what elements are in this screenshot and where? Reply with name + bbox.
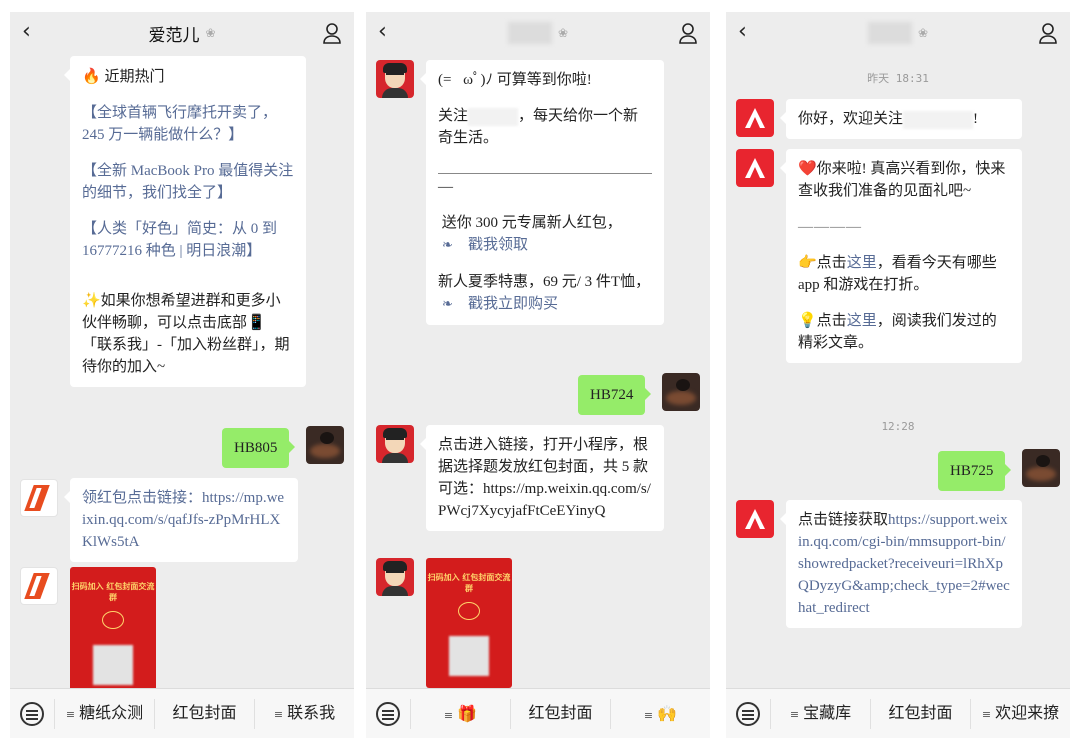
timestamp: 12:28 xyxy=(881,420,915,433)
chat-header: ‹ ❀ xyxy=(366,12,710,54)
reply-text: HB805 xyxy=(234,440,278,456)
mini-program-icon: ❧ xyxy=(442,238,453,253)
menu-lines-icon: ≡ xyxy=(273,707,284,721)
hot-articles-bubble: 🔥 近期热门 【全球首辆飞行摩托开卖了，245 万一辆能做什么？】 【全新 Ma… xyxy=(64,56,306,387)
here-link[interactable]: 这里 xyxy=(847,255,877,271)
hot-article-link[interactable]: 【全新 MacBook Pro 最值得关注的细节，我们找全了】 xyxy=(82,160,294,204)
redpacket-link[interactable]: 领红包点击链接：https://mp.weixin.qq.com/s/qafJf… xyxy=(82,487,286,553)
menu-item[interactable]: ≡ 欢迎来撩 xyxy=(970,698,1070,729)
divider xyxy=(438,173,652,174)
hot-header: 近期热门 xyxy=(104,69,165,85)
keyboard-icon xyxy=(376,701,400,726)
keyboard-icon xyxy=(736,701,760,726)
ear-icon: ❀ xyxy=(557,26,569,40)
card-text: 扫码加入 红包封面交流群 xyxy=(71,582,155,602)
ear-icon: ❀ xyxy=(205,26,216,40)
menu-item[interactable]: ≡ 🙌 xyxy=(610,698,710,729)
keyboard-toggle[interactable] xyxy=(10,701,54,726)
account-avatar[interactable] xyxy=(376,60,414,98)
ear-icon: ❀ xyxy=(917,26,929,40)
account-avatar[interactable] xyxy=(376,558,414,596)
reply-bubble: HB725 xyxy=(938,451,1012,491)
profile-icon[interactable] xyxy=(1038,22,1058,44)
redacted-title xyxy=(507,22,552,44)
welcome-bubble: ❤️你来啦! 真高兴看到你，快来查收我们准备的见面礼吧~ ———— 👉点击这里，… xyxy=(780,149,1022,363)
user-avatar[interactable] xyxy=(306,426,344,464)
chat-screen-2: ‹ ❀ (=ﾟωﾟ)ﾉ 可算等到你啦! 关注 ，每天给你一个新奇生活。 — 送你 … xyxy=(366,12,710,738)
back-icon[interactable]: ‹ xyxy=(738,20,747,44)
card-text: 扫码加入 红包封面交流群 xyxy=(427,573,511,593)
menu-lines-icon: ≡ xyxy=(443,708,454,722)
raised-hands-icon: 🙌 xyxy=(657,703,678,723)
menu-item[interactable]: ≡ 糖纸众测 xyxy=(54,698,154,729)
mini-program-bubble: 点击进入链接，打开小程序，根据选择题发放红包封面，共 5 款可选：https:/… xyxy=(420,425,664,531)
gift-icon: 🎁 xyxy=(457,703,478,723)
chat-header: ‹ ❀ xyxy=(726,12,1070,54)
profile-icon[interactable] xyxy=(678,22,698,44)
bottom-menu: ≡ 宝藏库 红包封面 ≡ 欢迎来撩 xyxy=(726,688,1070,738)
account-avatar[interactable] xyxy=(20,567,58,605)
keyboard-toggle[interactable] xyxy=(726,701,770,726)
redacted-name xyxy=(468,107,519,126)
back-icon[interactable]: ‹ xyxy=(22,20,31,44)
menu-item[interactable]: 红包封面 xyxy=(154,698,254,729)
gift-link[interactable]: 戳我领取 xyxy=(468,237,528,253)
hello-bubble: 你好，欢迎关注! xyxy=(780,99,1022,139)
account-avatar[interactable] xyxy=(736,99,774,137)
qr-code xyxy=(449,636,489,676)
bottom-menu: ≡ 🎁 红包封面 ≡ 🙌 xyxy=(366,688,710,738)
menu-item[interactable]: 红包封面 xyxy=(870,698,970,729)
summer-link[interactable]: 戳我立即购买 xyxy=(468,296,558,312)
welcome-bubble: (=ﾟωﾟ)ﾉ 可算等到你啦! 关注 ，每天给你一个新奇生活。 — 送你 300 … xyxy=(420,60,664,325)
redacted-name xyxy=(903,110,974,129)
hot-article-link[interactable]: 【人类「好色」简史：从 0 到 16777216 种色 | 明日浪潮】 xyxy=(82,218,294,262)
account-avatar[interactable] xyxy=(376,425,414,463)
mini-program-text[interactable]: 点击进入链接，打开小程序，根据选择题发放红包封面，共 5 款可选：https:/… xyxy=(438,434,652,522)
invite-text: ✨如果你想希望进群和更多小伙伴畅聊，可以点击底部📱「联系我」-「加入粉丝群」，期… xyxy=(82,293,290,375)
menu-item[interactable]: ≡ 🎁 xyxy=(410,698,510,729)
bottom-menu: ≡ 糖纸众测 红包封面 ≡ 联系我 xyxy=(10,688,354,738)
timestamp: 昨天 18:31 xyxy=(867,72,929,85)
reply-text: HB724 xyxy=(590,387,634,403)
keyboard-toggle[interactable] xyxy=(366,701,410,726)
link-bubble: 领红包点击链接：https://mp.weixin.qq.com/s/qafJf… xyxy=(64,478,298,562)
qr-card-image[interactable]: 扫码加入 红包封面交流群 xyxy=(426,558,512,688)
account-avatar[interactable] xyxy=(736,149,774,187)
link-bubble: 点击链接获取https://support.weixin.qq.com/cgi-… xyxy=(780,500,1022,628)
account-avatar[interactable] xyxy=(20,479,58,517)
hot-article-link[interactable]: 【全球首辆飞行摩托开卖了，245 万一辆能做什么？】 xyxy=(82,102,294,146)
menu-item[interactable]: ≡ 宝藏库 xyxy=(770,698,870,729)
user-avatar[interactable] xyxy=(662,373,700,411)
account-avatar[interactable] xyxy=(736,500,774,538)
mini-program-icon: ❧ xyxy=(442,297,453,312)
back-icon[interactable]: ‹ xyxy=(378,20,387,44)
user-avatar[interactable] xyxy=(1022,449,1060,487)
qr-code xyxy=(93,645,133,685)
chat-header: ‹ 爱范儿 ❀ xyxy=(10,12,354,54)
keyboard-icon xyxy=(20,701,44,726)
menu-lines-icon: ≡ xyxy=(643,708,654,722)
here-link[interactable]: 这里 xyxy=(847,313,877,329)
redacted-title xyxy=(867,22,912,44)
menu-lines-icon: ≡ xyxy=(789,707,800,721)
chat-screen-ifanr: ‹ 爱范儿 ❀ 🔥 近期热门 【全球首辆飞行摩托开卖了，245 万一辆能做什么？… xyxy=(10,12,354,738)
reply-text: HB725 xyxy=(950,463,994,479)
qr-card-image[interactable]: 扫码加入 红包封面交流群 xyxy=(70,567,156,697)
seal-icon xyxy=(102,611,124,629)
menu-item[interactable]: ≡ 联系我 xyxy=(254,698,354,729)
reply-bubble: HB805 xyxy=(222,428,296,468)
profile-icon[interactable] xyxy=(322,22,342,44)
menu-lines-icon: ≡ xyxy=(65,707,76,721)
welcome-text: ❤️你来啦! 真高兴看到你，快来查收我们准备的见面礼吧~ xyxy=(798,161,1006,199)
chat-screen-3: ‹ ❀ 昨天 18:31 你好，欢迎关注! ❤️你来啦! 真高兴看到你，快来查收… xyxy=(726,12,1070,738)
seal-icon xyxy=(458,602,480,620)
menu-lines-icon: ≡ xyxy=(981,707,992,721)
chat-title: 爱范儿 xyxy=(148,25,200,45)
menu-item[interactable]: 红包封面 xyxy=(510,698,610,729)
fire-icon: 🔥 xyxy=(82,67,101,85)
greet-text: (=ﾟωﾟ)ﾉ 可算等到你啦! xyxy=(438,72,592,88)
reply-bubble: HB724 xyxy=(578,375,652,415)
